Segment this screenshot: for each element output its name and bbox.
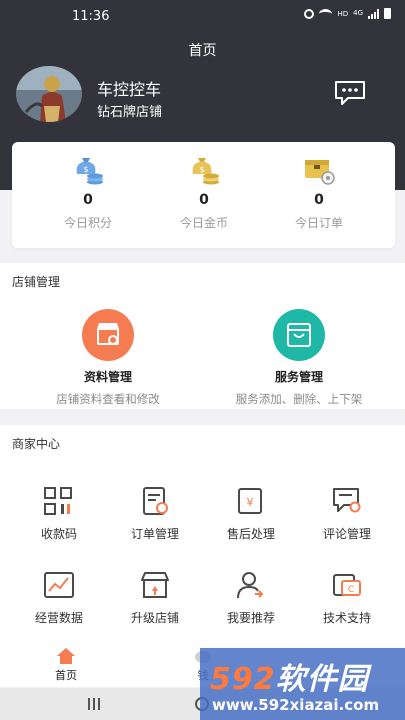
stat-points[interactable]: $ 0 今日积分 <box>38 154 138 231</box>
store-upgrade-icon <box>141 572 169 598</box>
grid-label: 评论管理 <box>322 527 371 541</box>
coins-gold-icon: $ <box>192 158 219 185</box>
grid-label: 技术支持 <box>322 611 371 625</box>
watermark: 592软件园 www.592xiazai.com <box>200 648 405 720</box>
merchant-center-section: 商家中心 收款码 订单管理 ¥ 售后处理 评论管理 经营数据 升级店铺 我要推荐… <box>0 425 405 643</box>
watermark-url: www.592xiazai.com <box>212 696 380 714</box>
stat-coins[interactable]: $ 0 今日金币 <box>154 154 254 231</box>
status-bar: 11:36 HD 4G <box>0 0 405 34</box>
profile-management-desc: 店铺资料查看和修改 <box>56 392 160 406</box>
stat-points-label: 今日积分 <box>63 216 112 230</box>
grid-label: 售后处理 <box>226 527 275 541</box>
svg-text:$: $ <box>83 165 88 174</box>
shop-level: 钻石牌店铺 <box>97 105 163 120</box>
section-title: 店铺管理 <box>12 275 61 289</box>
order-box-icon <box>305 160 335 185</box>
status-time: 11:36 <box>72 9 110 24</box>
stat-coins-value: 0 <box>199 192 209 208</box>
profile-management-button[interactable]: 资料管理 店铺资料查看和修改 <box>23 309 193 407</box>
svg-text:¥: ¥ <box>247 496 254 509</box>
message-icon[interactable] <box>333 80 367 106</box>
alarm-icon <box>304 8 315 19</box>
hd-label: HD <box>337 9 349 18</box>
stat-orders-value: 0 <box>314 192 324 208</box>
shopping-bag-icon <box>273 309 325 361</box>
stat-orders[interactable]: 0 今日订单 <box>269 154 369 231</box>
watermark-brand: 592软件园 <box>210 654 369 698</box>
order-manage-icon <box>143 487 168 515</box>
coins-blue-icon: $ <box>76 158 103 185</box>
comment-management-button[interactable]: 评论管理 <box>299 485 395 542</box>
status-icons: HD 4G <box>304 8 391 19</box>
after-sales-icon: ¥ <box>238 488 262 514</box>
shop-name: 车控控车 <box>97 80 162 99</box>
stats-card: $ 0 今日积分 $ 0 今日金币 0 今日订单 <box>12 142 395 248</box>
section-title: 商家中心 <box>12 437 61 451</box>
grid-label: 收款码 <box>40 527 77 541</box>
grid-label: 经营数据 <box>34 611 83 625</box>
chart-icon <box>44 572 74 598</box>
recommend-button[interactable]: 我要推荐 <box>203 569 299 626</box>
upgrade-store-button[interactable]: 升级店铺 <box>107 569 203 626</box>
shop-settings-icon <box>82 309 134 361</box>
shop-management-section: 店铺管理 资料管理 店铺资料查看和修改 服务管理 服务添加、删除、上下架 <box>0 263 405 409</box>
service-management-desc: 服务添加、删除、上下架 <box>235 392 363 406</box>
grid-label: 升级店铺 <box>130 611 179 625</box>
grid-label: 订单管理 <box>130 527 179 541</box>
svg-text:C: C <box>348 585 354 595</box>
stat-coins-label: 今日金币 <box>179 216 228 230</box>
stat-orders-label: 今日订单 <box>294 216 343 230</box>
grid-label: 我要推荐 <box>226 611 275 625</box>
comment-manage-icon <box>333 488 361 513</box>
network-type-label: 4G <box>353 9 363 17</box>
battery-icon <box>384 8 391 19</box>
tab-home-label: 首页 <box>55 669 77 682</box>
business-data-button[interactable]: 经营数据 <box>11 569 107 626</box>
recent-apps-icon[interactable] <box>88 698 100 710</box>
watermark-brand-text: 软件园 <box>275 662 369 697</box>
qr-code-icon <box>44 487 72 515</box>
signal-icon <box>368 8 379 19</box>
tab-home[interactable]: 首页 <box>31 647 101 683</box>
stat-points-value: 0 <box>83 192 93 208</box>
payment-code-button[interactable]: 收款码 <box>11 485 107 542</box>
service-management-label: 服务管理 <box>274 370 323 384</box>
page-title: 首页 <box>188 43 217 59</box>
profile-management-label: 资料管理 <box>83 370 132 384</box>
tech-support-button[interactable]: C 技术支持 <box>299 569 395 626</box>
after-sales-button[interactable]: ¥ 售后处理 <box>203 485 299 542</box>
svg-text:$: $ <box>199 165 204 174</box>
recommend-user-icon <box>237 572 264 599</box>
avatar[interactable] <box>16 66 82 122</box>
order-management-button[interactable]: 订单管理 <box>107 485 203 542</box>
home-icon <box>57 648 75 664</box>
wifi-icon <box>319 8 333 19</box>
watermark-brand-number: 592 <box>210 662 276 697</box>
tech-support-icon: C <box>333 574 361 596</box>
service-management-button[interactable]: 服务管理 服务添加、删除、上下架 <box>214 309 384 407</box>
